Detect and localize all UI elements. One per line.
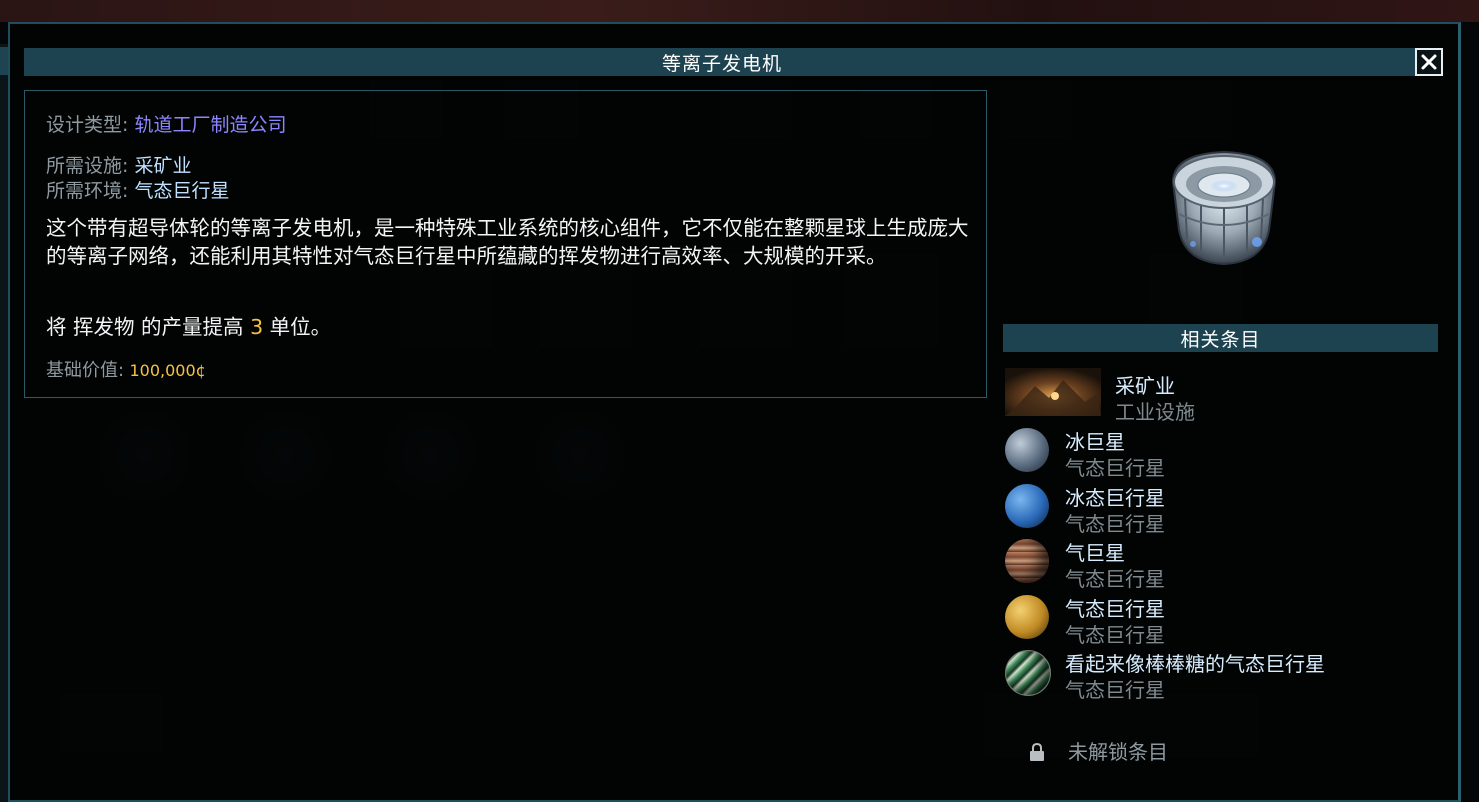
related-item-type: 气态巨行星 — [1065, 512, 1165, 536]
close-button[interactable] — [1415, 48, 1443, 76]
effect-amount: 3 — [250, 315, 264, 339]
item-detail-dialog: 等离子发电机 设计类型: 轨道工厂制造公司 所需设施: 采矿业 所需环境: 气态… — [8, 22, 1461, 802]
effect-suffix: 单位。 — [263, 315, 332, 339]
required-env-row: 所需环境: 气态巨行星 — [46, 176, 229, 203]
required-facility-row: 所需设施: 采矿业 — [46, 151, 191, 178]
dialog-title: 等离子发电机 — [661, 52, 782, 75]
background-top-bar — [0, 0, 1479, 22]
required-env-label: 所需环境: — [46, 180, 129, 202]
related-item-name: 气态巨行星 — [1065, 597, 1165, 621]
ice-gas-giant-planet — [1005, 484, 1049, 528]
design-type-link[interactable]: 轨道工厂制造公司 — [134, 114, 286, 136]
related-item-type: 气态巨行星 — [1065, 678, 1165, 702]
required-facility-label: 所需设施: — [46, 155, 129, 177]
related-item-type: 气态巨行星 — [1065, 567, 1165, 591]
required-env-link[interactable]: 气态巨行星 — [134, 180, 229, 202]
design-type-label: 设计类型: — [46, 114, 129, 136]
base-value: 100,000¢ — [129, 361, 206, 380]
background-left-tab — [0, 47, 8, 75]
related-item-name: 看起来像棒棒糖的气态巨行星 — [1065, 652, 1325, 676]
related-item-name: 气巨星 — [1065, 541, 1125, 565]
ice-giant-planet — [1005, 428, 1049, 472]
effect-prefix: 将 挥发物 的产量提高 — [46, 315, 251, 339]
related-item-type: 气态巨行星 — [1065, 623, 1165, 647]
locked-entries-label: 未解锁条目 — [1068, 740, 1168, 764]
gas-giant-planet-yellow — [1005, 595, 1049, 639]
item-info-panel: 设计类型: 轨道工厂制造公司 所需设施: 采矿业 所需环境: 气态巨行星 这个带… — [24, 90, 987, 398]
design-type-row: 设计类型: 轨道工厂制造公司 — [46, 110, 286, 137]
mining-facility-thumbnail — [1005, 368, 1101, 416]
close-icon — [1421, 54, 1437, 70]
lollipop-gas-giant-planet — [1005, 650, 1051, 696]
related-item-type: 工业设施 — [1115, 400, 1195, 424]
related-item-name: 冰巨星 — [1065, 430, 1125, 454]
related-item-name: 冰态巨行星 — [1065, 486, 1165, 510]
base-value-row: 基础价值: 100,000¢ — [46, 356, 206, 382]
base-value-label: 基础价值: — [46, 360, 125, 381]
lock-icon — [1030, 742, 1044, 761]
dialog-title-bar: 等离子发电机 — [24, 48, 1420, 76]
related-item-type: 气态巨行星 — [1065, 456, 1165, 480]
required-facility-link[interactable]: 采矿业 — [134, 155, 191, 177]
plasma-generator-icon — [1171, 150, 1277, 266]
gas-giant-planet — [1005, 539, 1049, 583]
item-description: 这个带有超导体轮的等离子发电机，是一种特殊工业系统的核心组件，它不仅能在整颗星球… — [46, 216, 969, 268]
item-effect: 将 挥发物 的产量提高 3 单位。 — [46, 310, 331, 340]
related-entries-header: 相关条目 — [1003, 324, 1438, 352]
related-item-name: 采矿业 — [1115, 374, 1175, 398]
